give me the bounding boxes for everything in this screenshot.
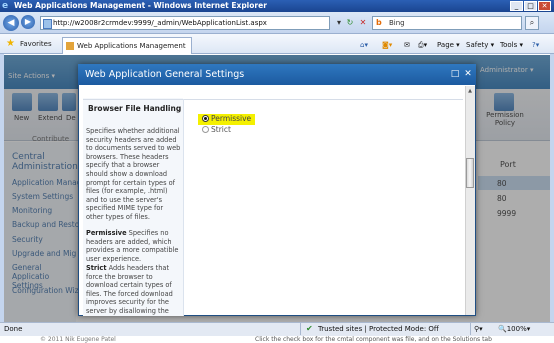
back-button[interactable]: ◀ <box>3 15 19 31</box>
window-title: Web Applications Management - Windows In… <box>14 1 267 10</box>
forward-button[interactable]: ▶ <box>21 15 35 29</box>
window-close-button[interactable]: ✕ <box>538 1 551 11</box>
dialog-maximize-button[interactable]: □ <box>450 69 460 79</box>
radio-selected-dot <box>204 117 207 120</box>
help-icon[interactable]: ?▾ <box>532 40 539 50</box>
scroll-up-icon[interactable]: ▲ <box>466 87 474 95</box>
safety-menu[interactable]: Safety ▾ <box>466 40 494 50</box>
tab-title: Web Applications Management <box>77 42 186 50</box>
dialog-title: Web Application General Settings <box>78 64 476 85</box>
tools-menu[interactable]: Tools ▾ <box>500 40 523 50</box>
refresh-button[interactable]: ↻ <box>343 16 357 30</box>
favorites-star-icon[interactable]: ★ <box>6 39 15 49</box>
tab-favicon-icon <box>66 42 74 50</box>
maximize-button[interactable]: □ <box>524 1 537 11</box>
forward-arrow-icon: ▶ <box>24 17 32 26</box>
security-zone-text: Trusted sites | Protected Mode: Off <box>318 325 439 333</box>
section-description: Specifies whether additional security he… <box>86 127 181 221</box>
chevron-down-icon: ▾ <box>526 325 531 333</box>
caption-right: Click the check box for the cmtal compon… <box>255 336 492 343</box>
stop-icon: ✕ <box>359 18 367 27</box>
scrollbar-thumb[interactable] <box>466 158 474 188</box>
section-vertical-divider <box>183 99 184 316</box>
permissive-term: Permissive <box>86 229 127 237</box>
feeds-icon[interactable]: ◙▾ <box>382 40 392 50</box>
strict-term: Strict <box>86 264 107 272</box>
protected-mode-icon[interactable]: ⚲▾ <box>474 324 483 334</box>
security-zone[interactable]: ✔ Trusted sites | Protected Mode: Off <box>306 324 439 334</box>
search-placeholder: Bing <box>389 19 405 27</box>
chevron-down-icon: ▾ <box>336 18 341 27</box>
back-arrow-icon: ◀ <box>7 18 15 28</box>
address-url: http://w2008r2crmdev:9999/_admin/WebAppl… <box>53 19 267 27</box>
stop-button[interactable]: ✕ <box>356 16 370 30</box>
permissive-description: Permissive Specifies no headers are adde… <box>86 229 182 263</box>
address-input[interactable]: http://w2008r2crmdev:9999/_admin/WebAppl… <box>40 16 330 30</box>
search-button[interactable]: ⌕ <box>525 16 539 30</box>
status-separator <box>300 323 301 335</box>
status-text: Done <box>4 325 23 333</box>
status-separator <box>470 323 471 335</box>
zoom-text: 100% <box>506 325 527 333</box>
section-divider <box>83 99 463 100</box>
window-border-right <box>550 54 554 322</box>
search-icon: ⌕ <box>529 18 535 27</box>
page-menu[interactable]: Page ▾ <box>437 40 460 50</box>
print-icon[interactable]: ⎙▾ <box>418 40 427 50</box>
strict-description: Strict Adds headers that force the brows… <box>86 264 182 316</box>
strict-radio[interactable] <box>202 126 209 133</box>
window-titlebar: e Web Applications Management - Windows … <box>0 0 554 12</box>
caption-left: © 2011 Nik Eugene Patel <box>40 336 116 343</box>
minimize-button[interactable]: _ <box>510 1 523 11</box>
bing-logo-icon: b <box>376 18 382 27</box>
search-input[interactable]: b Bing <box>372 16 522 30</box>
strict-label[interactable]: Strict <box>211 125 231 135</box>
section-title: Browser File Handling <box>88 104 182 113</box>
zoom-level[interactable]: 🔍100%▾ <box>498 324 530 334</box>
permissive-label[interactable]: Permissive <box>211 114 251 124</box>
trusted-check-icon: ✔ <box>306 324 313 333</box>
ie-logo-icon: e <box>2 1 9 11</box>
strict-desc-text: Adds headers that force the browser to d… <box>86 264 173 315</box>
dialog-close-button[interactable]: ✕ <box>463 69 473 79</box>
zoom-icon: 🔍 <box>498 325 507 333</box>
dialog-scrollbar[interactable] <box>465 86 475 315</box>
home-icon[interactable]: ⌂▾ <box>360 40 368 50</box>
browser-tab[interactable]: Web Applications Management <box>62 37 192 54</box>
refresh-icon: ↻ <box>346 18 354 27</box>
mail-icon[interactable]: ✉ <box>404 40 410 50</box>
favorites-button[interactable]: Favorites <box>20 39 52 49</box>
page-icon <box>43 19 52 29</box>
